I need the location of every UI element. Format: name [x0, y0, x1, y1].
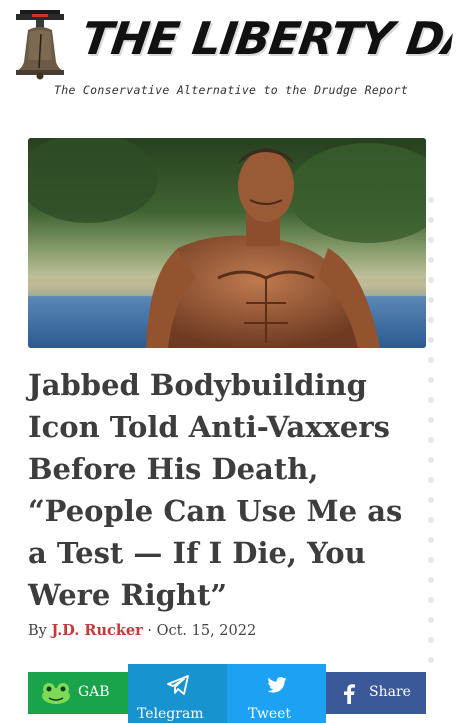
liberty-bell-icon[interactable]	[14, 10, 66, 80]
article-date: Oct. 15, 2022	[156, 623, 257, 639]
tweet-share-button[interactable]: Tweet	[227, 664, 326, 723]
facebook-icon	[344, 684, 355, 704]
author-link[interactable]: J.D. Rucker	[51, 622, 142, 639]
share-label: Share	[369, 684, 411, 700]
telegram-label: Telegram	[137, 706, 204, 722]
article-byline: By J.D. Rucker · Oct. 15, 2022	[28, 622, 256, 639]
gab-label: GAB	[78, 684, 110, 700]
article-headline[interactable]: Jabbed Bodybuilding Icon Told Anti-Vaxxe…	[28, 364, 428, 616]
twitter-bird-icon	[267, 677, 287, 693]
tweet-label: Tweet	[248, 706, 292, 722]
byline-separator: ·	[147, 623, 152, 639]
facebook-share-button[interactable]: Share	[326, 672, 426, 714]
gab-frog-icon	[42, 683, 70, 704]
telegram-share-button[interactable]: Telegram	[128, 664, 227, 723]
article-hero-image[interactable]	[28, 138, 426, 348]
site-title[interactable]: THE LIBERTY DAILY	[78, 10, 456, 68]
byline-prefix: By	[28, 623, 47, 639]
site-tagline: The Conservative Alternative to the Drud…	[54, 83, 408, 97]
share-bar: GAB Telegram Tweet Share	[28, 664, 426, 723]
site-header: THE LIBERTY DAILY The Conservative Alter…	[0, 0, 462, 110]
telegram-icon	[167, 675, 189, 695]
gab-share-button[interactable]: GAB	[28, 672, 128, 714]
